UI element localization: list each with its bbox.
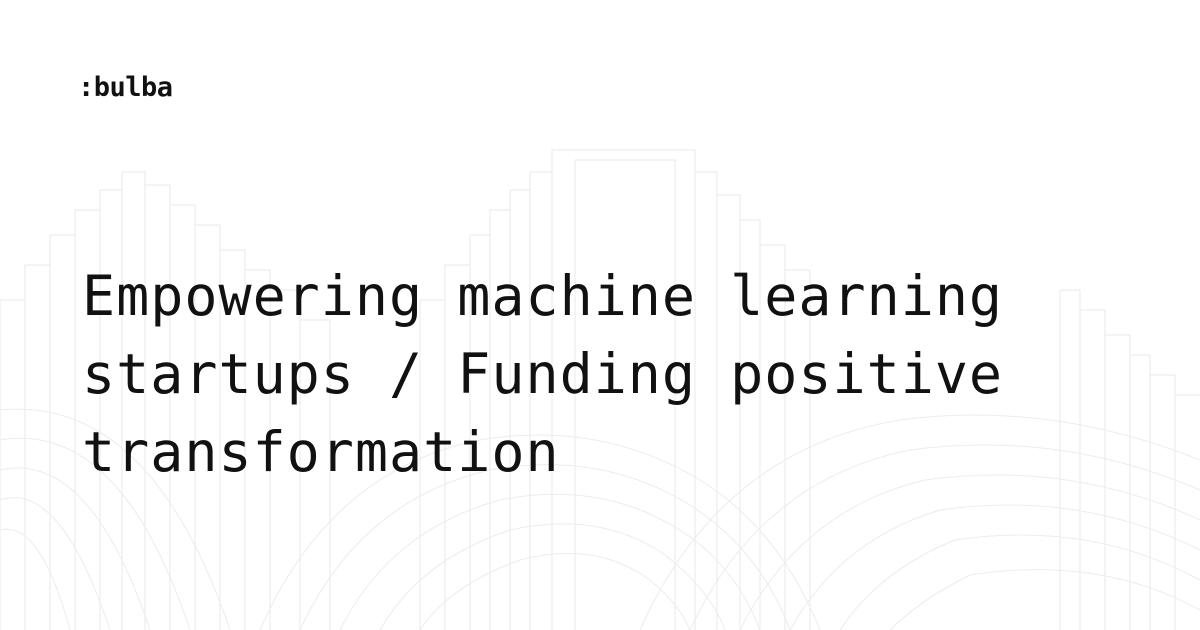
brand-logo: :bulba [78, 72, 173, 103]
headline-line: transformation [82, 420, 560, 484]
headline-line: startups / Funding positive [82, 342, 1004, 406]
headline: Empowering machine learning startups / F… [82, 257, 1162, 491]
social-card: :bulba Empowering machine learning start… [0, 0, 1200, 630]
headline-line: Empowering machine learning [82, 264, 1004, 328]
